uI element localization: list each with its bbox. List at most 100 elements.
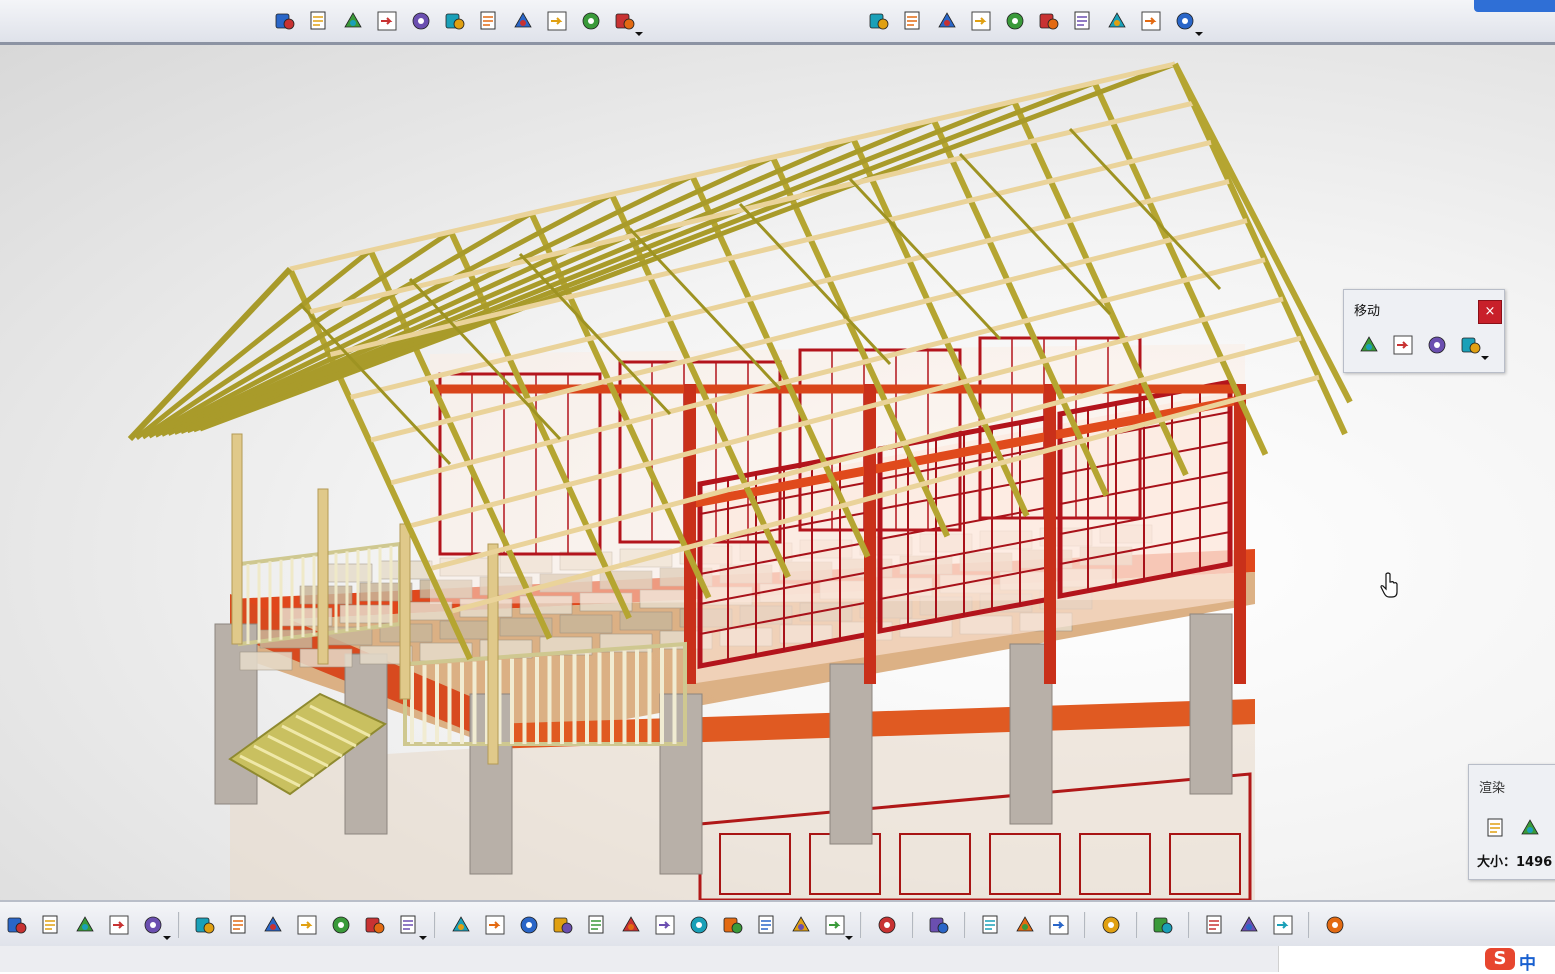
- arrow-edit-button[interactable]: [408, 8, 434, 34]
- refresh-arrows-button[interactable]: [1138, 8, 1164, 34]
- redo-icon: [109, 915, 129, 935]
- formula-fx-button[interactable]: [192, 912, 218, 938]
- arrow-insert-button[interactable]: [374, 8, 400, 34]
- fit-all-button[interactable]: [482, 912, 508, 938]
- snap-move-button[interactable]: [1390, 332, 1416, 358]
- annotation-a-button[interactable]: [510, 8, 536, 34]
- pan-button[interactable]: [516, 912, 542, 938]
- normal-view-button[interactable]: [652, 912, 678, 938]
- measure-between-button[interactable]: [978, 912, 1004, 938]
- colors-icon: [1273, 915, 1293, 935]
- pencil-box-button[interactable]: [968, 8, 994, 34]
- whats-this-button[interactable]: [140, 912, 171, 940]
- measure-item-icon: [1016, 916, 1034, 932]
- gear-settings-button[interactable]: [340, 8, 366, 34]
- stone-pier: [829, 663, 873, 845]
- zoom-out-button[interactable]: [618, 912, 644, 938]
- measure-item-button[interactable]: [1012, 912, 1038, 938]
- quick-view-button[interactable]: [686, 912, 712, 938]
- rotate-button[interactable]: [550, 912, 576, 938]
- toolbar-separator: [1308, 912, 1310, 938]
- table-list-icon: [582, 12, 600, 30]
- environment-button[interactable]: [1517, 815, 1543, 841]
- zoom-out-icon: [622, 916, 640, 932]
- anchor-button[interactable]: [1002, 8, 1028, 34]
- shading-edges-button[interactable]: [822, 912, 853, 940]
- paste-icon: [42, 915, 58, 934]
- print-button[interactable]: [874, 912, 900, 938]
- light-icon: [1153, 917, 1173, 934]
- gear-options-icon: [615, 13, 635, 30]
- undo-icon: [76, 916, 94, 932]
- scene-editor-button[interactable]: [1483, 815, 1509, 841]
- manipulation-button[interactable]: [1356, 332, 1382, 358]
- house-model[interactable]: [0, 44, 1555, 900]
- link-pin-button[interactable]: [866, 8, 892, 34]
- sparkle-grid-icon: [1176, 12, 1194, 30]
- apply-material-button[interactable]: [1202, 912, 1228, 938]
- lock-button[interactable]: [362, 912, 388, 938]
- explode-icon: [1461, 337, 1481, 354]
- anchor-icon: [1006, 12, 1024, 30]
- assembly-parts-button[interactable]: [934, 8, 960, 34]
- copy-icon: [7, 917, 27, 934]
- environment-icon: [1521, 819, 1539, 835]
- grid-table-button[interactable]: [294, 912, 320, 938]
- pen-button[interactable]: [1036, 8, 1062, 34]
- measure-table-button[interactable]: [1070, 8, 1096, 34]
- stone-pier: [659, 693, 703, 875]
- inertia-icon: [1049, 915, 1069, 935]
- cube-blue-button[interactable]: [900, 8, 926, 34]
- texture-button[interactable]: [1236, 912, 1262, 938]
- grid-snap-button[interactable]: [1322, 912, 1348, 938]
- split-button[interactable]: [396, 912, 427, 940]
- paste-button[interactable]: [38, 912, 64, 938]
- lightbulb-button[interactable]: [260, 912, 286, 938]
- ime-indicator[interactable]: S 中: [1278, 946, 1555, 974]
- move-toolbar: [1352, 332, 1489, 360]
- grid-table-icon: [297, 915, 317, 935]
- node-tree-button[interactable]: [328, 912, 354, 938]
- smart-move-button[interactable]: [1424, 332, 1450, 358]
- camera-button[interactable]: [926, 912, 952, 938]
- gear-options-button[interactable]: [612, 8, 643, 36]
- scene-editor-icon: [1487, 818, 1503, 837]
- copy-button[interactable]: [4, 912, 30, 938]
- gear-doc-button[interactable]: [306, 8, 332, 34]
- gear-multi-button[interactable]: [272, 8, 298, 34]
- close-button[interactable]: ×: [1478, 300, 1502, 324]
- wall-post: [684, 384, 696, 684]
- apply-material-icon: [1206, 915, 1222, 934]
- explode-button[interactable]: [1458, 332, 1489, 360]
- axis-tree-button[interactable]: [442, 8, 468, 34]
- table-list-button[interactable]: [578, 8, 604, 34]
- bom-list-button[interactable]: [476, 8, 502, 34]
- hide-show-button[interactable]: [754, 912, 780, 938]
- shading-button[interactable]: [788, 912, 814, 938]
- redo-button[interactable]: [106, 912, 132, 938]
- colors-button[interactable]: [1270, 912, 1296, 938]
- fly-button[interactable]: [448, 912, 474, 938]
- light-button[interactable]: [1150, 912, 1176, 938]
- inertia-button[interactable]: [1046, 912, 1072, 938]
- iso-view-button[interactable]: [720, 912, 746, 938]
- assembly-toolbar-group: [268, 8, 643, 36]
- constraint-toolbar-group: [862, 8, 1203, 36]
- snap-grid-button[interactable]: [1104, 8, 1130, 34]
- axis-tree-icon: [445, 13, 465, 30]
- move-panel[interactable]: 移动 ×: [1343, 289, 1505, 373]
- quick-view-icon: [690, 916, 708, 934]
- zoom-in-button[interactable]: [584, 912, 610, 938]
- 3d-viewport[interactable]: [0, 44, 1555, 900]
- undo-button[interactable]: [72, 912, 98, 938]
- comment-bubble-button[interactable]: [226, 912, 252, 938]
- formula-fx-icon: [195, 917, 215, 934]
- gear-settings-icon: [344, 12, 362, 28]
- ime-mode[interactable]: 中: [1519, 949, 1536, 974]
- render-panel[interactable]: 渲染 大小：1496: [1468, 764, 1555, 880]
- update-button[interactable]: [1098, 912, 1124, 938]
- tree-structure-button[interactable]: [544, 8, 570, 34]
- floor-tile: [559, 614, 613, 634]
- sparkle-grid-button[interactable]: [1172, 8, 1203, 36]
- rotate-icon: [553, 917, 573, 934]
